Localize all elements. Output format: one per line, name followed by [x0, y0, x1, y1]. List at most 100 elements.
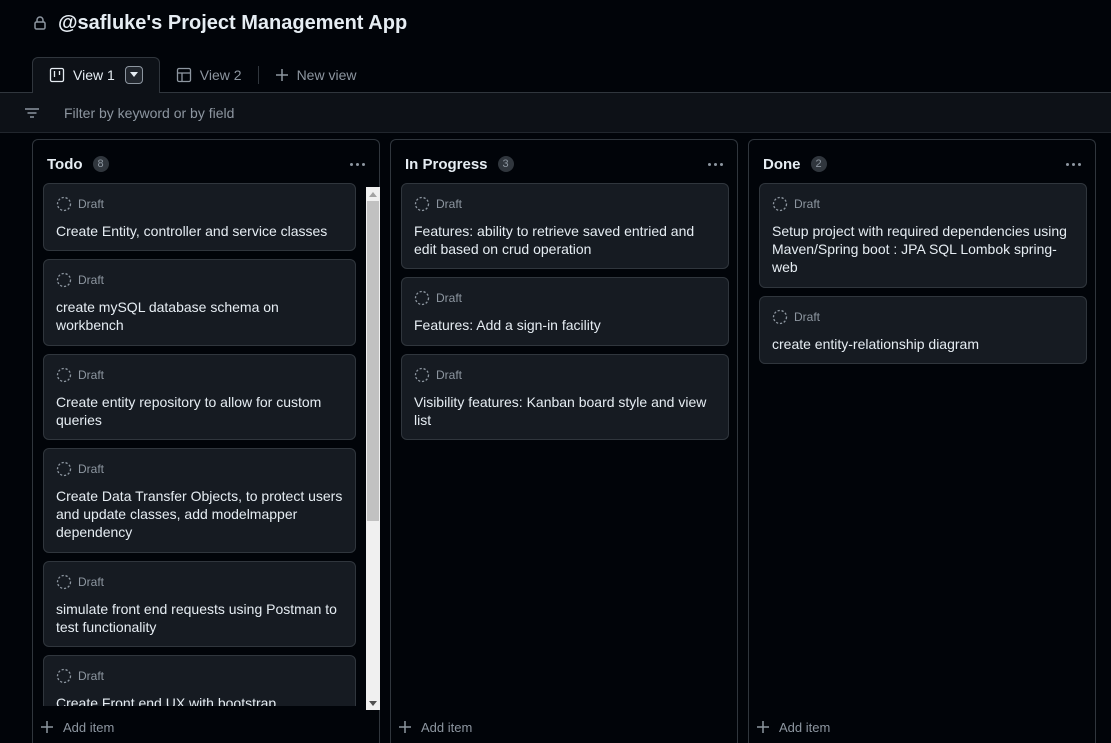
dot-icon — [350, 162, 353, 166]
draft-status: Draft — [414, 290, 716, 306]
card[interactable]: Draft Create Entity, controller and serv… — [43, 183, 356, 251]
table-icon — [176, 67, 191, 82]
card[interactable]: Draft Features: Add a sign-in facility — [401, 277, 729, 346]
draft-label: Draft — [436, 197, 463, 211]
tab-view-2[interactable]: View 2 — [160, 56, 258, 93]
tab-view-1[interactable]: View 1 — [32, 56, 160, 94]
column-header: Done 2 — [763, 154, 1081, 174]
plus-icon — [275, 68, 288, 81]
project-title: @safluke's Project Management App — [58, 11, 408, 34]
view-tabs: View 1 View 2 New view — [32, 56, 373, 94]
scrollbar[interactable] — [366, 187, 380, 710]
draft-label: Draft — [436, 291, 463, 305]
card-title: Create entity repository to allow for cu… — [56, 394, 322, 428]
column-count-badge: 8 — [92, 156, 109, 172]
column-count-badge: 2 — [810, 156, 827, 172]
draft-status: Draft — [772, 309, 1074, 325]
scroll-up-icon[interactable] — [366, 187, 380, 201]
card-title: Visibility features: Kanban board style … — [414, 394, 707, 428]
draft-label: Draft — [794, 197, 821, 211]
add-item-label: Add item — [63, 719, 115, 735]
add-item-button[interactable]: Add item — [399, 717, 472, 737]
card[interactable]: Draft create entity-relationship diagram — [759, 296, 1087, 364]
column-title: In Progress — [405, 155, 488, 173]
draft-circle-icon — [414, 290, 430, 306]
card[interactable]: Draft Features: ability to retrieve save… — [401, 183, 729, 269]
card[interactable]: Draft simulate front end requests using … — [43, 561, 356, 647]
draft-label: Draft — [78, 669, 105, 683]
draft-status: Draft — [56, 574, 343, 590]
draft-circle-icon — [56, 272, 72, 288]
dot-icon — [356, 162, 359, 166]
triangle-down-icon — [129, 72, 138, 77]
lock-icon — [34, 16, 46, 30]
new-view-button[interactable]: New view — [259, 56, 373, 93]
column-header: Todo 8 — [47, 154, 365, 174]
draft-label: Draft — [78, 368, 105, 382]
draft-circle-icon — [56, 668, 72, 684]
draft-label: Draft — [78, 462, 105, 476]
dot-icon — [1072, 162, 1075, 166]
card-title: Create Front end UX with bootstrap — [56, 695, 277, 706]
card-title: Features: Add a sign-in facility — [414, 317, 601, 333]
card[interactable]: Draft Setup project with required depend… — [759, 183, 1087, 288]
dot-icon — [714, 162, 717, 166]
draft-circle-icon — [56, 196, 72, 212]
draft-circle-icon — [56, 367, 72, 383]
title-row: @safluke's Project Management App — [32, 10, 407, 36]
add-item-button[interactable]: Add item — [41, 717, 114, 737]
plus-icon — [41, 721, 53, 733]
card-title: create entity-relationship diagram — [772, 336, 979, 352]
card-list: Draft Setup project with required depend… — [759, 183, 1089, 706]
board-icon — [49, 67, 65, 83]
view-options-button[interactable] — [124, 66, 143, 84]
new-view-label: New view — [296, 66, 357, 83]
add-item-label: Add item — [421, 719, 473, 735]
column-more-button[interactable] — [350, 159, 365, 170]
card-title: Create Data Transfer Objects, to protect… — [56, 488, 343, 540]
card[interactable]: Draft Create entity repository to allow … — [43, 354, 356, 440]
dot-icon — [1078, 162, 1081, 166]
filter-input[interactable] — [62, 103, 562, 122]
draft-circle-icon — [414, 196, 430, 212]
column-more-button[interactable] — [708, 159, 723, 170]
column-done: Done 2 Draft Setup project with required… — [748, 139, 1096, 743]
board: Todo 8 Draft Create Entity, controller a… — [0, 133, 1111, 743]
column-in-progress: In Progress 3 Draft Features: ability to… — [390, 139, 738, 743]
dot-icon — [1066, 162, 1069, 166]
draft-label: Draft — [436, 368, 463, 382]
scroll-down-icon[interactable] — [366, 696, 380, 710]
draft-circle-icon — [414, 367, 430, 383]
draft-label: Draft — [78, 273, 105, 287]
card-title: Setup project with required dependencies… — [772, 223, 1067, 275]
column-title: Done — [763, 155, 801, 173]
filter-bar — [0, 93, 1111, 133]
column-title: Todo — [47, 155, 83, 173]
plus-icon — [757, 721, 769, 733]
draft-label: Draft — [794, 310, 821, 324]
draft-status: Draft — [56, 272, 343, 288]
tab-view-1-label: View 1 — [73, 67, 115, 83]
card[interactable]: Draft Create Data Transfer Objects, to p… — [43, 448, 356, 553]
scrollbar-thumb[interactable] — [367, 201, 379, 521]
draft-status: Draft — [772, 196, 1074, 212]
project-header: @safluke's Project Management App View 1 — [0, 0, 1111, 94]
draft-status: Draft — [56, 461, 343, 477]
plus-icon — [399, 721, 411, 733]
card-title: Create Entity, controller and service cl… — [56, 223, 328, 239]
card[interactable]: Draft Visibility features: Kanban board … — [401, 354, 729, 440]
card[interactable]: Draft Create Front end UX with bootstrap — [43, 655, 356, 706]
column-more-button[interactable] — [1066, 159, 1081, 170]
draft-label: Draft — [78, 575, 105, 589]
card-title: Features: ability to retrieve saved entr… — [414, 223, 695, 257]
card-list: Draft Create Entity, controller and serv… — [43, 183, 356, 706]
card[interactable]: Draft create mySQL database schema on wo… — [43, 259, 356, 346]
dot-icon — [720, 162, 723, 166]
draft-circle-icon — [772, 309, 788, 325]
filter-icon[interactable] — [24, 105, 40, 121]
add-item-button[interactable]: Add item — [757, 717, 830, 737]
draft-circle-icon — [56, 574, 72, 590]
card-title: create mySQL database schema on workbenc… — [56, 299, 279, 333]
tab-view-2-label: View 2 — [199, 66, 242, 83]
column-todo: Todo 8 Draft Create Entity, controller a… — [32, 139, 380, 743]
